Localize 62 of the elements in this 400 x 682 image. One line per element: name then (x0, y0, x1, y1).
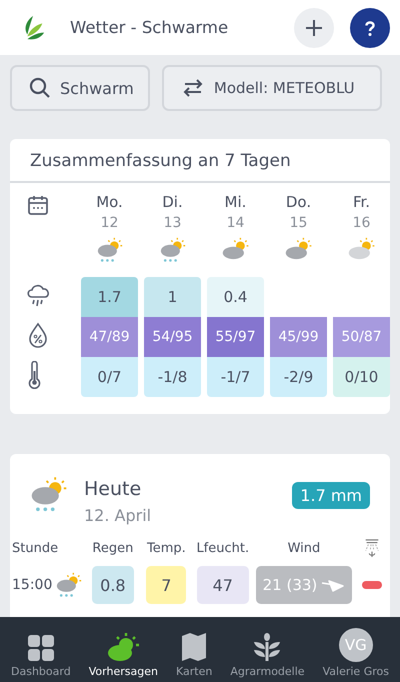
humidity-cell: 50/87 (333, 317, 390, 357)
column-header: Regen (91, 540, 134, 556)
humidity-cell: 55/97 (207, 317, 264, 357)
temperature-cell: 7 (146, 566, 186, 604)
weekday-label: Fr. (352, 193, 370, 213)
grid-icon (26, 634, 55, 662)
humidity-cell: 45/99 (270, 317, 327, 357)
rain-cell: 0.8 (92, 566, 134, 604)
rain-cell: 0.4 (207, 277, 264, 317)
date-label: 14 (226, 215, 244, 233)
column-header: Stunde (11, 540, 60, 556)
cloud-sun-icon (284, 237, 314, 260)
wheat-icon (253, 632, 282, 662)
app-title: Wetter - Schwarme (70, 18, 230, 37)
rain-cell: 1.7 (81, 277, 138, 317)
nav-tab[interactable]: Vorhersagen (88, 617, 158, 682)
weekday-label: Mi. (224, 193, 246, 213)
temperature-cell: -2/9 (270, 357, 327, 397)
sprinkler-icon (363, 538, 382, 558)
cloud-sun-icon (346, 237, 376, 260)
rain-cell: 1 (144, 277, 201, 317)
user-avatar: VG (338, 628, 373, 662)
weekday-label: Do. (286, 193, 312, 213)
day-title: Heute (84, 478, 142, 500)
column-header: Lfeucht. (196, 540, 250, 556)
cloud-sun-icon (220, 237, 250, 260)
calendar-icon (26, 193, 50, 217)
nav-tab[interactable]: Dashboard (11, 617, 71, 682)
plus-icon (304, 18, 324, 38)
card-title: Zusammenfassung an 7 Tagen (10, 139, 390, 183)
date-label: 15 (290, 215, 308, 233)
humidity-cell: 47 (196, 566, 249, 604)
hour-label: 15:00 (12, 577, 52, 593)
temperature-cell: -1/8 (144, 357, 201, 397)
temperature-cell: 0/7 (81, 357, 138, 397)
help-button[interactable] (350, 8, 390, 48)
date-label: 13 (164, 215, 182, 233)
temperature-cell: -1/7 (207, 357, 264, 397)
rain-total-badge: 1.7 mm (292, 482, 370, 509)
rain-cloud-icon (26, 282, 52, 308)
wind-cell: 21 (33) (256, 566, 352, 604)
cloud-sun-icon (106, 632, 140, 662)
weekday-label: Mo. (96, 193, 123, 213)
map-icon (181, 632, 208, 662)
nav-tab[interactable]: VG Valerie Gros (322, 617, 389, 682)
nav-tab[interactable]: Karten (176, 617, 212, 682)
model-button[interactable]: Modell: METEOBLU (162, 65, 382, 111)
date-label: 12. April (84, 506, 152, 525)
humidity-cell: 54/95 (144, 317, 201, 357)
search-icon (28, 76, 52, 100)
add-button[interactable] (294, 8, 334, 48)
column-header: Temp. (146, 540, 187, 556)
date-label: 12 (100, 215, 118, 233)
search-button[interactable]: Schwarm (10, 65, 150, 111)
humidity-cell: 47/89 (81, 317, 138, 357)
thermometer-icon (26, 361, 42, 389)
temperature-cell: 0/10 (333, 357, 390, 397)
weekday-label: Di. (162, 193, 183, 213)
nav-tab[interactable]: Agrarmodelle (230, 617, 305, 682)
column-header: Wind (286, 540, 322, 556)
date-label: 16 (352, 215, 370, 233)
humidity-drop-icon (26, 322, 50, 348)
